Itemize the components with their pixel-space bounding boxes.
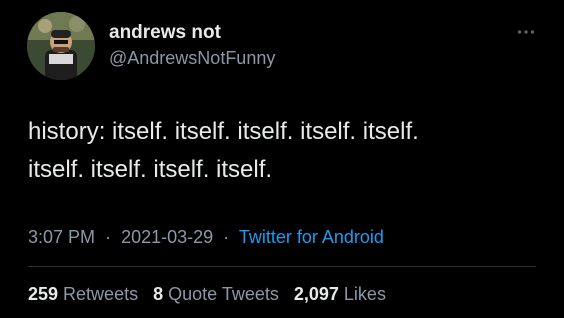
retweets-stat[interactable]: 259 Retweets: [28, 284, 138, 304]
likes-count: 2,097: [293, 284, 339, 304]
tweet-source-link[interactable]: Twitter for Android: [239, 227, 384, 247]
retweets-label: Retweets: [63, 284, 139, 304]
divider: [28, 266, 536, 267]
tweet-card: andrews not @AndrewsNotFunny history: it…: [0, 0, 564, 318]
tweet-meta: 3:07 PM · 2021-03-29 · Twitter for Andro…: [28, 227, 384, 248]
more-options-button[interactable]: [512, 22, 540, 42]
likes-label: Likes: [343, 284, 386, 304]
tweet-date[interactable]: 2021-03-29: [121, 227, 213, 247]
avatar[interactable]: [27, 12, 95, 80]
likes-stat[interactable]: 2,097 Likes: [294, 284, 386, 304]
tweet-time[interactable]: 3:07 PM: [28, 227, 95, 247]
tweet-stats: 259 Retweets 8 Quote Tweets 2,097 Likes: [28, 284, 396, 305]
retweets-count: 259: [28, 284, 59, 304]
tweet-text: history: itself. itself. itself. itself.…: [28, 118, 419, 183]
quote-tweets-stat[interactable]: 8 Quote Tweets: [153, 284, 279, 304]
meta-separator: ·: [223, 227, 230, 247]
meta-separator: ·: [105, 227, 112, 247]
display-name[interactable]: andrews not: [109, 22, 221, 44]
quote-tweets-label: Quote Tweets: [168, 284, 279, 304]
avatar-image: [27, 12, 95, 80]
user-handle[interactable]: @AndrewsNotFunny: [109, 48, 275, 69]
quote-tweets-count: 8: [153, 284, 164, 304]
more-horizontal-icon: [517, 30, 535, 34]
